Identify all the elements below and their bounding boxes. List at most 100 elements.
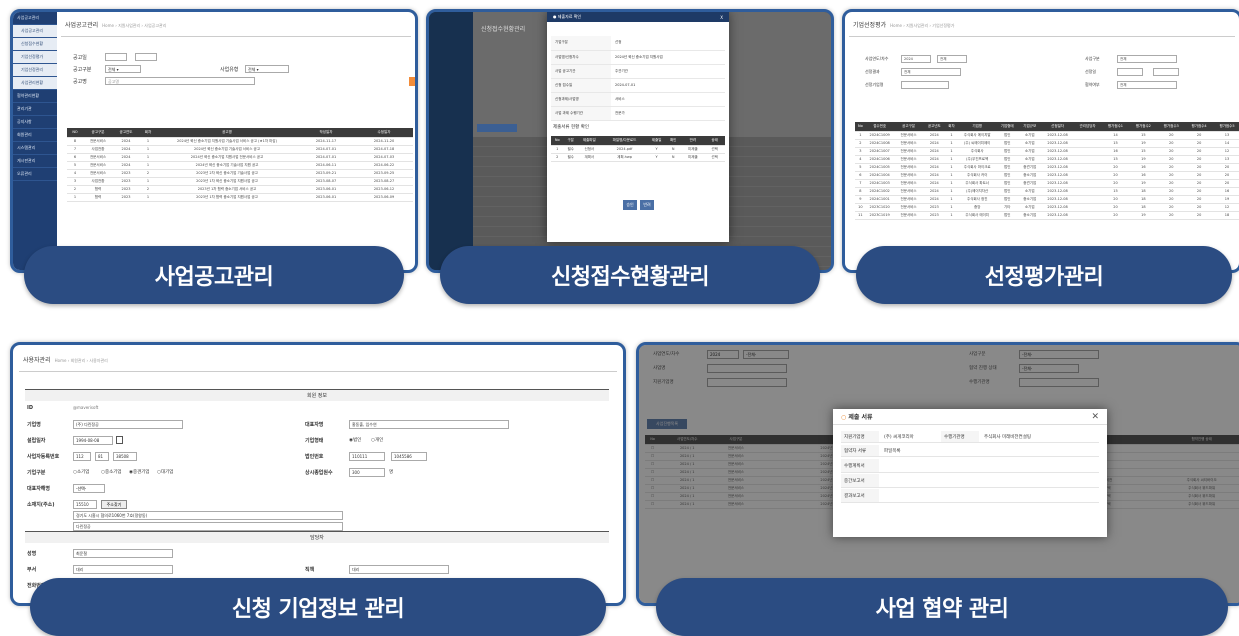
table-cell: 4	[855, 155, 866, 164]
table-row[interactable]: 1 필수 신청서 2024.pdf Y N 미제출 선택	[551, 145, 725, 154]
caption-3: 선정평가관리	[856, 246, 1232, 304]
table-cell: 20	[1101, 179, 1130, 188]
table-row[interactable]: 4 2024C1006 전문서비스 2024 1 (주)우진프로젝 법인 소기업 2023-12…	[855, 155, 1239, 164]
type-select-value: 전체	[108, 67, 116, 72]
address-input-1[interactable]: 경기도 시흥시 협의로1060번 7호(정왕동)	[73, 511, 343, 520]
rep-select[interactable]: -선택-	[73, 484, 105, 493]
column-header: 파일명/다운로드	[600, 136, 649, 146]
manager-name-input[interactable]: 최운철	[73, 549, 173, 558]
sidebar-item[interactable]: 회원관리	[13, 129, 57, 142]
date-input-start[interactable]	[105, 53, 127, 61]
date-end[interactable]	[1153, 68, 1179, 76]
column-header: 평가점수3	[1157, 122, 1186, 132]
table-row[interactable]: 6 2024C1004 전문서비스 2024 1 주식회사 카이 법인 중소기업 2023-12…	[855, 171, 1239, 180]
table-row[interactable]: 2 2024C1008 전문서비스 2024 1 (주) 씨에이치제이 법인 소기업 2023-…	[855, 139, 1239, 148]
biztype-select[interactable]: 전체	[1117, 55, 1177, 63]
sidebar-item[interactable]: 관리기관	[13, 103, 57, 116]
corp-kind-radio[interactable]: ◉법인	[349, 437, 361, 443]
table-cell: 20	[1157, 139, 1186, 148]
sidebar-item[interactable]: 오류관리	[13, 168, 57, 181]
sidebar-item[interactable]: 기업선정평가	[13, 51, 57, 64]
sidebar-item[interactable]: 신청접수현황	[13, 38, 57, 51]
table-cell: (주) 씨에이치제이	[957, 139, 997, 148]
form-label: 기업구분	[27, 470, 46, 476]
table-row[interactable]: 1 협력 2023 1 2023년 1차 협력 중소기업 지원사업 공고 2023-06-…	[67, 193, 413, 202]
sidebar-item[interactable]: 시스템관리	[13, 142, 57, 155]
company-kind-radio[interactable]: ○중소기업	[101, 469, 122, 475]
reject-button[interactable]: 반려	[640, 200, 654, 210]
sidebar-item[interactable]: 사업공고관리	[13, 25, 57, 38]
type-select[interactable]: 전체 ▾	[105, 65, 141, 73]
form-value: 2024년 혁신 중소기업 지원사업	[611, 50, 725, 65]
company-kind-radio[interactable]: ◉중견기업	[129, 469, 150, 475]
address-input-2[interactable]: 다린정공	[73, 522, 343, 531]
corp-kind-radio[interactable]: ○개인	[371, 437, 383, 443]
sidebar-item[interactable]: 게시판관리	[13, 155, 57, 168]
sidebar-item[interactable]: 공지사항	[13, 116, 57, 129]
table-row[interactable]: 6 전문서비스 2024 1 2024년 혁신 중소기업 지원사업 전문서비스 공고 20…	[67, 153, 413, 162]
table-row[interactable]: 8 전문서비스 2024 1 2024년 혁신 중소기업 지원사업 기술사업 서비스 공…	[67, 137, 413, 146]
contract-select[interactable]: 전체	[1117, 81, 1177, 89]
table-cell: 기타	[996, 203, 1018, 212]
table-row[interactable]: 1 2024C1009 전문서비스 2024 1 주식회사 에이치알 법인 소기업 2023-1…	[855, 131, 1239, 140]
company-kind-radio[interactable]: ○대기업	[157, 469, 173, 475]
zip-input[interactable]: 15510	[73, 500, 97, 509]
name-input[interactable]: 공고명	[105, 77, 255, 85]
table-row[interactable]: 7 2024C1003 전문서비스 2024 1 주식회사 파트너 법인 중견기업 2023-1…	[855, 179, 1239, 188]
table-row[interactable]: 8 2024C1002 전문서비스 2024 1 (주)에이지자산 법인 소기업 2023-12…	[855, 187, 1239, 196]
date-input-end[interactable]	[135, 53, 157, 61]
table-cell: 2024	[113, 145, 139, 154]
table-row[interactable]: 2 필수 계획서 계획.hwp Y N 미제출 선택	[551, 153, 725, 162]
find-address-button[interactable]: 주소찾기	[101, 500, 127, 509]
table-row[interactable]: 5 2024C1005 전문서비스 2024 1 주식회사 마이크로 법인 중견기업 2023-…	[855, 163, 1239, 172]
date-input[interactable]: 1994-08-08	[73, 436, 113, 445]
table-row[interactable]: 5 전문서비스 2024 1 2024년 혁신 중소기업 기술사업 지원 공고 2024-…	[67, 161, 413, 170]
sidebar-item[interactable]: 협약관리현황	[13, 90, 57, 103]
table-cell: 2024년 혁신 중소기업 지원사업 전문서비스 공고	[157, 153, 297, 162]
bizno-input-1[interactable]: 112	[73, 452, 91, 461]
year-select[interactable]: 2024	[901, 55, 931, 63]
sidebar-item[interactable]: 사업공고관리	[13, 12, 57, 25]
company-input[interactable]: (주) 다린정공	[73, 420, 183, 429]
table-row[interactable]: 7 사업전환 2024 1 2024년 혁신 중소기업 기술사업 서비스 공고 2024-…	[67, 145, 413, 154]
corpno-input-1[interactable]: 110111	[349, 452, 385, 461]
result-select[interactable]: 전체	[901, 68, 961, 76]
company-input[interactable]	[901, 81, 949, 89]
close-icon[interactable]: X	[720, 15, 723, 20]
date-start[interactable]	[1117, 68, 1143, 76]
page-title-text: 사업공고관리	[65, 22, 99, 29]
rep-select-value: -선택-	[76, 486, 87, 491]
table-row[interactable]: 2 협력 2023 2 2023년 1차 협력 중소기업 서비스 공고 2023-06-0…	[67, 185, 413, 194]
table-row[interactable]: 9 2024C1001 전문서비스 2024 1 주식회사 정진 법인 중소기업 2023-12…	[855, 195, 1239, 204]
sidebar-item[interactable]: 기업선정관리	[13, 64, 57, 77]
table-row[interactable]: 3 2024C1007 전문서비스 2024 1 주식회사 법인 소기업 2023-12-08 1…	[855, 147, 1239, 156]
table-row[interactable]: 3 사업전환 2023 1 2023년 1차 혁신 중소기업 지원사업 공고 2023-0…	[67, 177, 413, 186]
rep-name-input[interactable]: 홍동출, 임수연	[349, 420, 509, 429]
biztype-select[interactable]: 전체 ▾	[245, 65, 289, 73]
position-input[interactable]: 대리	[349, 565, 449, 574]
approve-button[interactable]: 승인	[623, 200, 637, 210]
table-row[interactable]: 11 2023C1019 전문서비스 2023 1 주식회사 에이치 법인 중소기업 2023-…	[855, 211, 1239, 220]
table-row[interactable]: 4 전문서비스 2023 2 2023년 2차 혁신 중소기업 기술사업 공고 2023-…	[67, 169, 413, 178]
search-button[interactable]	[409, 77, 415, 86]
bizno-input-3[interactable]: 38508	[113, 452, 137, 461]
sidebar-item[interactable]: 사업관리현황	[13, 77, 57, 90]
table-cell: 중소기업	[1017, 171, 1042, 180]
close-icon[interactable]: ✕	[1091, 412, 1099, 422]
position-input-value: 대리	[352, 567, 360, 572]
table-cell: 2024C1004	[865, 171, 894, 180]
bizno-input-2[interactable]: 81	[95, 452, 109, 461]
section-header-manager: 담당자	[25, 531, 609, 543]
corpno-input-2[interactable]: 1045586	[391, 452, 427, 461]
employees-input[interactable]: 300	[349, 468, 385, 477]
document-name: 중간보고서	[841, 474, 879, 487]
column-header: 확인	[664, 136, 682, 146]
round-select[interactable]: 전체	[937, 55, 967, 63]
table-cell: 사업전환	[83, 177, 113, 186]
page-title: 사업공고관리 Home › 지원사업관리 › 사업공고관리	[65, 20, 166, 29]
table-cell: 주식회사 마이크로	[957, 163, 997, 172]
dept-input[interactable]: 대리	[73, 565, 173, 574]
table-row[interactable]: 10 2023C1020 전문서비스 2023 1 중앙 기타 소기업 2023-12-08 20…	[855, 203, 1239, 212]
company-kind-radio[interactable]: ○소기업	[73, 469, 89, 475]
divider	[61, 36, 411, 37]
